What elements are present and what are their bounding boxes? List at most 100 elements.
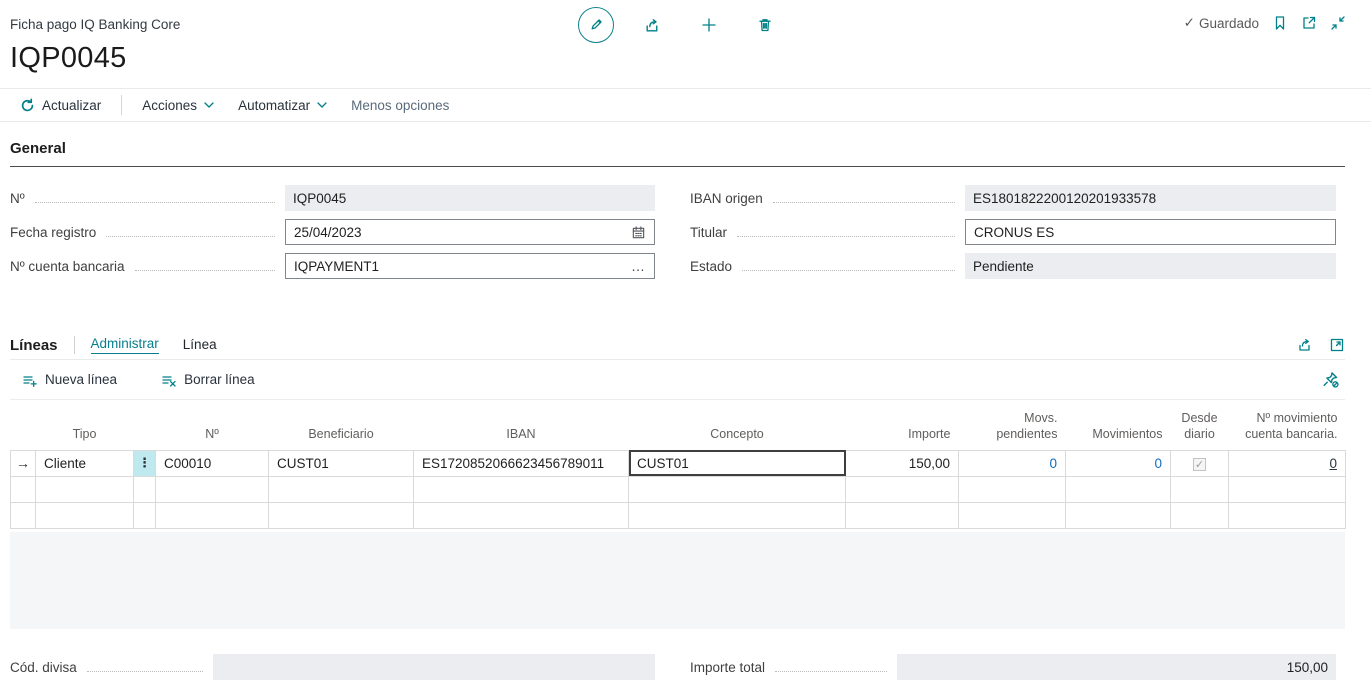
no-value: IQP0045 — [285, 185, 655, 211]
col-movs-pendientes[interactable]: Movs. pendientes — [959, 400, 1066, 450]
pencil-icon — [588, 17, 604, 33]
grid-empty-area — [10, 532, 1345, 629]
iban-origen-label: IBAN origen — [690, 191, 763, 206]
lookup-ellipsis-icon[interactable]: … — [631, 261, 646, 271]
refresh-button[interactable]: Actualizar — [12, 98, 109, 113]
check-icon: ✓ — [1184, 15, 1195, 31]
field-cuenta-bancaria: Nº cuenta bancaria IQPAYMENT1 … — [10, 253, 655, 279]
save-status: ✓ Guardado — [1184, 15, 1259, 31]
dotted-leader — [135, 262, 276, 271]
desde-diario-checkbox: ✓ — [1193, 458, 1206, 471]
bookmark-button[interactable] — [1272, 15, 1288, 31]
cell-iban[interactable]: ES1720852066623456789011 — [414, 450, 629, 476]
general-section-title[interactable]: General — [10, 140, 1345, 167]
col-concepto[interactable]: Concepto — [629, 400, 846, 450]
cell-tipo[interactable]: Cliente — [36, 450, 134, 476]
record-action-icons — [578, 6, 773, 44]
table-row: → Cliente ⋮ C00010 CUST01 ES172085206662… — [11, 450, 1346, 476]
trash-icon — [757, 17, 773, 33]
cell-importe[interactable]: 150,00 — [846, 450, 959, 476]
cuenta-bancaria-input[interactable]: IQPAYMENT1 … — [285, 253, 655, 279]
delete-line-icon — [161, 372, 177, 388]
popout-icon — [1301, 15, 1317, 31]
fecha-registro-label: Fecha registro — [10, 225, 96, 240]
tab-linea[interactable]: Línea — [183, 337, 217, 354]
col-movimientos[interactable]: Movimientos — [1066, 400, 1171, 450]
titular-label: Titular — [690, 225, 727, 240]
action-bar: Actualizar Acciones Automatizar Menos op… — [0, 88, 1371, 122]
cell-n-movimiento[interactable]: 0 — [1229, 450, 1346, 476]
collapse-arrows-icon — [1330, 15, 1346, 31]
cod-divisa-value — [213, 654, 655, 680]
cell-concepto-focused[interactable]: CUST01 — [629, 450, 846, 476]
fecha-registro-input[interactable]: 25/04/2023 — [285, 219, 655, 245]
expand-icon — [1329, 337, 1345, 353]
field-no: Nº IQP0045 — [10, 185, 655, 211]
lines-expand-button[interactable] — [1329, 337, 1345, 353]
cell-movs-pendientes[interactable]: 0 — [959, 450, 1066, 476]
acciones-menu[interactable]: Acciones — [134, 98, 222, 113]
chevron-down-icon — [317, 102, 327, 108]
dotted-leader — [773, 194, 955, 203]
collapse-button[interactable] — [1330, 15, 1346, 31]
cell-desde-diario[interactable]: ✓ — [1171, 450, 1229, 476]
dotted-leader — [775, 663, 887, 672]
page-caption: Ficha pago IQ Banking Core — [10, 17, 180, 32]
tab-administrar[interactable]: Administrar — [91, 336, 159, 354]
refresh-icon — [20, 98, 35, 113]
col-options — [134, 400, 156, 450]
col-beneficiario[interactable]: Beneficiario — [269, 400, 414, 450]
row-selector-cell[interactable]: → — [11, 450, 36, 476]
menos-opciones-button[interactable]: Menos opciones — [343, 98, 457, 113]
new-line-button[interactable]: Nueva línea — [22, 372, 117, 388]
col-tipo[interactable]: Tipo — [36, 400, 134, 450]
field-importe-total: Importe total 150,00 — [690, 654, 1336, 680]
cell-beneficiario[interactable]: CUST01 — [269, 450, 414, 476]
menos-opciones-label: Menos opciones — [351, 98, 449, 113]
importe-total-label: Importe total — [690, 660, 765, 675]
col-importe[interactable]: Importe — [846, 400, 959, 450]
new-button[interactable] — [701, 17, 717, 33]
grid-header-row: Tipo Nº Beneficiario IBAN Concepto Impor… — [11, 400, 1346, 450]
lines-grid: Tipo Nº Beneficiario IBAN Concepto Impor… — [10, 400, 1346, 529]
general-left-column: Nº IQP0045 Fecha registro 25/04/2023 Nº … — [10, 185, 655, 287]
col-iban[interactable]: IBAN — [414, 400, 629, 450]
lines-section-header: Líneas Administrar Línea — [10, 331, 1345, 360]
col-no[interactable]: Nº — [156, 400, 269, 450]
estado-value: Pendiente — [965, 253, 1336, 279]
lines-share-button[interactable] — [1297, 337, 1313, 353]
cell-movimientos[interactable]: 0 — [1066, 450, 1171, 476]
acciones-label: Acciones — [142, 98, 197, 113]
bookmark-icon — [1272, 15, 1288, 31]
titular-input[interactable]: CRONUS ES — [965, 219, 1336, 245]
importe-total-value: 150,00 — [897, 654, 1336, 680]
automatizar-menu[interactable]: Automatizar — [230, 98, 335, 113]
chevron-down-icon — [204, 102, 214, 108]
n-movimiento-link[interactable]: 0 — [1329, 456, 1337, 471]
share-icon — [1297, 337, 1313, 353]
delete-line-label: Borrar línea — [184, 372, 255, 387]
refresh-label: Actualizar — [42, 98, 101, 113]
share-icon — [644, 17, 661, 34]
open-in-new-window-button[interactable] — [1301, 15, 1317, 31]
delete-button[interactable] — [757, 17, 773, 33]
edit-button[interactable] — [578, 7, 614, 43]
pin-slash-icon — [1322, 371, 1339, 388]
new-line-label: Nueva línea — [45, 372, 117, 387]
share-button[interactable] — [644, 17, 661, 34]
calendar-icon[interactable] — [631, 225, 646, 240]
iban-origen-value: ES1801822200120201933578 — [965, 185, 1336, 211]
field-cod-divisa: Cód. divisa — [10, 654, 655, 680]
row-options-cell[interactable]: ⋮ — [134, 450, 156, 476]
unpin-button[interactable] — [1322, 371, 1339, 388]
general-right-column: IBAN origen ES1801822200120201933578 Tit… — [690, 185, 1336, 287]
col-desde-diario[interactable]: Desde diario — [1171, 400, 1229, 450]
field-estado: Estado Pendiente — [690, 253, 1336, 279]
col-n-movimiento[interactable]: Nº movimiento cuenta bancaria. — [1229, 400, 1346, 450]
delete-line-button[interactable]: Borrar línea — [161, 372, 255, 388]
dotted-leader — [742, 262, 955, 271]
table-row-empty — [11, 476, 1346, 502]
cell-no[interactable]: C00010 — [156, 450, 269, 476]
col-selector — [11, 400, 36, 450]
table-row-empty — [11, 502, 1346, 528]
